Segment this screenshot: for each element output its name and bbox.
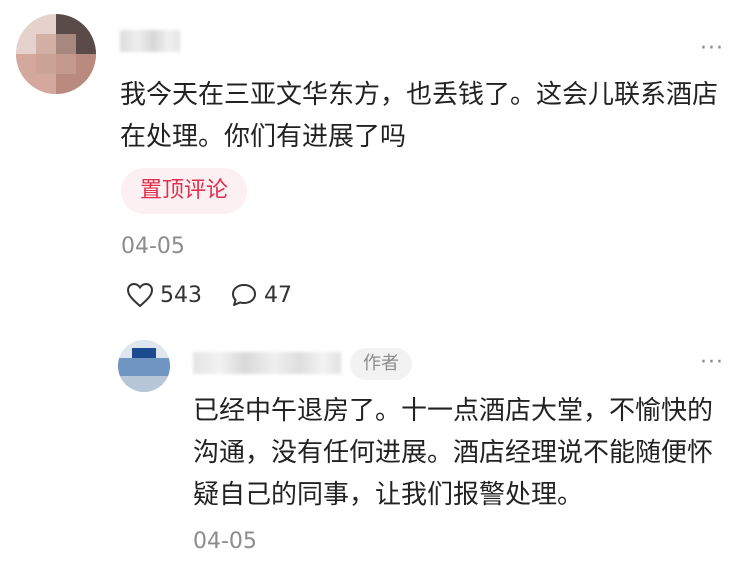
like-button[interactable]: 543 bbox=[126, 282, 202, 308]
comment-date: 04-05 bbox=[121, 234, 185, 259]
speech-bubble-icon bbox=[232, 284, 256, 306]
reply-text: 已经中午退房了。十一点酒店大堂，不愉快的沟通，没有任何进展。酒店经理说不能随便怀… bbox=[193, 396, 714, 510]
author-tag: 作者 bbox=[350, 348, 412, 380]
reply-date: 04-05 bbox=[193, 529, 257, 554]
reply-button[interactable]: 47 bbox=[230, 282, 292, 308]
reply-count: 47 bbox=[264, 282, 292, 308]
reply-avatar[interactable] bbox=[118, 340, 170, 392]
reply-username[interactable] bbox=[193, 352, 341, 374]
heart-outline-icon bbox=[126, 282, 154, 308]
more-options-icon[interactable]: ··· bbox=[700, 38, 724, 60]
username[interactable] bbox=[120, 30, 180, 52]
like-count: 543 bbox=[160, 282, 202, 308]
avatar[interactable] bbox=[16, 14, 96, 94]
comment-text: 我今天在三亚文华东方，也丢钱了。这会儿联系酒店在处理。你们有进展了吗 bbox=[120, 80, 719, 152]
pinned-comment-badge: 置顶评论 bbox=[121, 168, 247, 214]
reply-more-options-icon[interactable]: ··· bbox=[700, 352, 724, 374]
